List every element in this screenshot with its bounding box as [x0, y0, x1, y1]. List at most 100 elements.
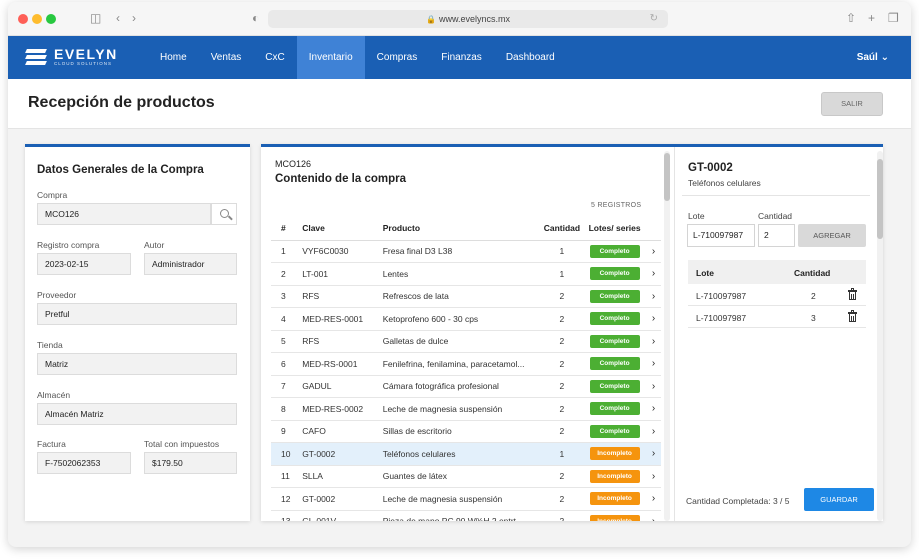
total-label: Total con impuestos	[144, 439, 220, 449]
tienda-field[interactable]: Matriz	[37, 353, 237, 375]
chevron-right-icon[interactable]: ›	[646, 510, 661, 521]
table-row[interactable]: 8 MED-RES-0002 Leche de magnesia suspensió…	[271, 397, 661, 421]
back-icon[interactable]: ‹	[116, 11, 120, 25]
chevron-right-icon[interactable]: ›	[646, 285, 661, 308]
trash-icon[interactable]	[848, 310, 857, 322]
contents-title: Contenido de la compra	[275, 173, 406, 185]
status-badge: Completo	[589, 357, 640, 371]
table-row[interactable]: 6 MED-RS-0001 Fenilefrina, fenilamina, par…	[271, 352, 661, 376]
chevron-right-icon[interactable]: ›	[646, 330, 661, 353]
table-scrollbar-thumb[interactable]	[664, 153, 670, 201]
add-lot-button[interactable]: AGREGAR	[798, 224, 866, 247]
status-badge: Completo	[589, 402, 640, 416]
cantidad-input[interactable]: 2	[758, 224, 795, 247]
detail-scrollbar-thumb[interactable]	[877, 159, 883, 239]
lot-row: L-710097987 2	[688, 284, 866, 306]
table-row[interactable]: 1 VYF6C0030 Fresa final D3 L38 1 Completo ›	[271, 240, 661, 263]
brand-logo[interactable]: EVELYN CLOUD SOLUTIONS	[25, 46, 118, 67]
status-badge: Completo	[589, 267, 640, 281]
table-scrollbar[interactable]	[664, 151, 670, 521]
nav-finanzas[interactable]: Finanzas	[429, 36, 494, 79]
status-badge: Completo	[589, 424, 640, 438]
row-producto: Guantes de látex	[382, 465, 541, 488]
row-cantidad: 2	[540, 510, 583, 521]
lot-row: L-710097987 3	[688, 306, 866, 328]
table-row[interactable]: 7 GADUL Cámara fotográfica profesional 2 Com…	[271, 375, 661, 398]
trash-icon[interactable]	[848, 288, 857, 300]
autor-field[interactable]: Administrador	[144, 253, 237, 275]
chevron-right-icon[interactable]: ›	[646, 420, 661, 443]
new-tab-icon[interactable]: +	[868, 11, 875, 25]
lots-table: Lote Cantidad L-710097987 2 L-710097987 …	[688, 260, 866, 328]
chevron-right-icon[interactable]: ›	[646, 375, 661, 398]
table-row[interactable]: 4 MED-RES-0001 Ketoprofeno 600 - 30 cps 2 Co…	[271, 307, 661, 331]
compra-field[interactable]: MCO126	[37, 203, 211, 225]
search-purchase-button[interactable]	[211, 203, 237, 225]
chevron-right-icon[interactable]: ›	[646, 487, 661, 511]
table-row[interactable]: 10 GT-0002 Teléfonos celulares 1 Incompleto ›	[271, 442, 661, 466]
nav-ventas[interactable]: Ventas	[199, 36, 254, 79]
chevron-right-icon[interactable]: ›	[646, 307, 661, 331]
row-number: 10	[271, 442, 295, 466]
exit-button[interactable]: SALIR	[821, 92, 883, 116]
almacen-field[interactable]: Almacén Matriz	[37, 403, 237, 425]
nav-dashboard[interactable]: Dashboard	[494, 36, 567, 79]
maximize-window-button[interactable]	[46, 14, 56, 24]
col-cantidad: Cantidad	[540, 217, 583, 241]
chevron-right-icon[interactable]: ›	[646, 240, 661, 263]
table-row[interactable]: 12 GT-0002 Leche de magnesia suspensión 2 In…	[271, 487, 661, 511]
sidebar-toggle-icon[interactable]: ◫	[90, 11, 101, 25]
products-table: # Clave Producto Cantidad Lotes/ series …	[271, 217, 661, 521]
lote-input[interactable]: L-710097987	[687, 224, 755, 247]
nav-cxc[interactable]: CxC	[253, 36, 296, 79]
nav-compras[interactable]: Compras	[365, 36, 430, 79]
col-clave: Clave	[294, 217, 383, 241]
close-window-button[interactable]	[18, 14, 28, 24]
detail-scrollbar[interactable]	[877, 151, 883, 521]
row-producto: Sillas de escritorio	[382, 420, 541, 443]
row-number: 1	[271, 240, 295, 263]
reload-icon[interactable]: ↻	[650, 10, 658, 28]
table-row[interactable]: 9 CAFO Sillas de escritorio 2 Completo ›	[271, 420, 661, 443]
chevron-right-icon[interactable]: ›	[646, 397, 661, 421]
share-icon[interactable]: ⇧	[846, 11, 856, 25]
chevron-right-icon[interactable]: ›	[646, 442, 661, 466]
status-badge: Incompleto	[589, 514, 640, 521]
nav-home[interactable]: Home	[148, 36, 199, 79]
tabs-overview-icon[interactable]: ❐	[888, 11, 899, 25]
proveedor-label: Proveedor	[37, 290, 77, 300]
row-lotes-cell: Completo	[582, 397, 647, 421]
row-producto: Cámara fotográfica profesional	[382, 375, 541, 398]
chevron-right-icon[interactable]: ›	[646, 262, 661, 286]
url-text: www.evelyncs.mx	[438, 14, 510, 24]
forward-icon[interactable]: ›	[132, 11, 136, 25]
registro-field[interactable]: 2023-02-15	[37, 253, 131, 275]
table-row[interactable]: 13GL-001VPieza de mano PC 90 W%H 2 entrt…	[271, 510, 661, 521]
save-button[interactable]: GUARDAR	[804, 488, 874, 511]
table-row[interactable]: 5 RFS Galletas de dulce 2 Completo ›	[271, 330, 661, 353]
row-number: 8	[271, 397, 295, 421]
row-clave: GL-001V	[294, 510, 383, 521]
row-lotes-cell: Completo	[582, 240, 647, 263]
table-row[interactable]: 11 SLLA Guantes de látex 2 Incompleto ›	[271, 465, 661, 488]
minimize-window-button[interactable]	[32, 14, 42, 24]
chevron-right-icon[interactable]: ›	[646, 465, 661, 488]
row-cantidad: 2	[540, 465, 583, 488]
total-field[interactable]: $179.50	[144, 452, 237, 474]
table-row[interactable]: 2 LT-001 Lentes 1 Completo ›	[271, 262, 661, 286]
chevron-right-icon[interactable]: ›	[646, 352, 661, 376]
factura-field[interactable]: F-7502062353	[37, 452, 131, 474]
address-bar[interactable]: 🔒 www.evelyncs.mx ↻	[268, 10, 668, 28]
cantidad-label: Cantidad	[758, 211, 793, 221]
page-title: Recepción de productos	[28, 94, 215, 111]
privacy-shield-icon[interactable]: ◐	[252, 11, 259, 25]
browser-toolbar: ◫ ‹ › ◐ 🔒 www.evelyncs.mx ↻ ⇧ + ❐	[8, 2, 911, 36]
status-badge: Completo	[589, 312, 640, 326]
proveedor-field[interactable]: Pretful	[37, 303, 237, 325]
user-menu[interactable]: Saúl ⌄	[857, 36, 889, 79]
status-badge: Completo	[589, 334, 640, 348]
nav-inventario[interactable]: Inventario	[296, 36, 365, 79]
row-clave: GADUL	[294, 375, 383, 398]
table-row[interactable]: 3 RFS Refrescos de lata 2 Completo ›	[271, 285, 661, 308]
brand-name: EVELYN	[54, 46, 118, 62]
